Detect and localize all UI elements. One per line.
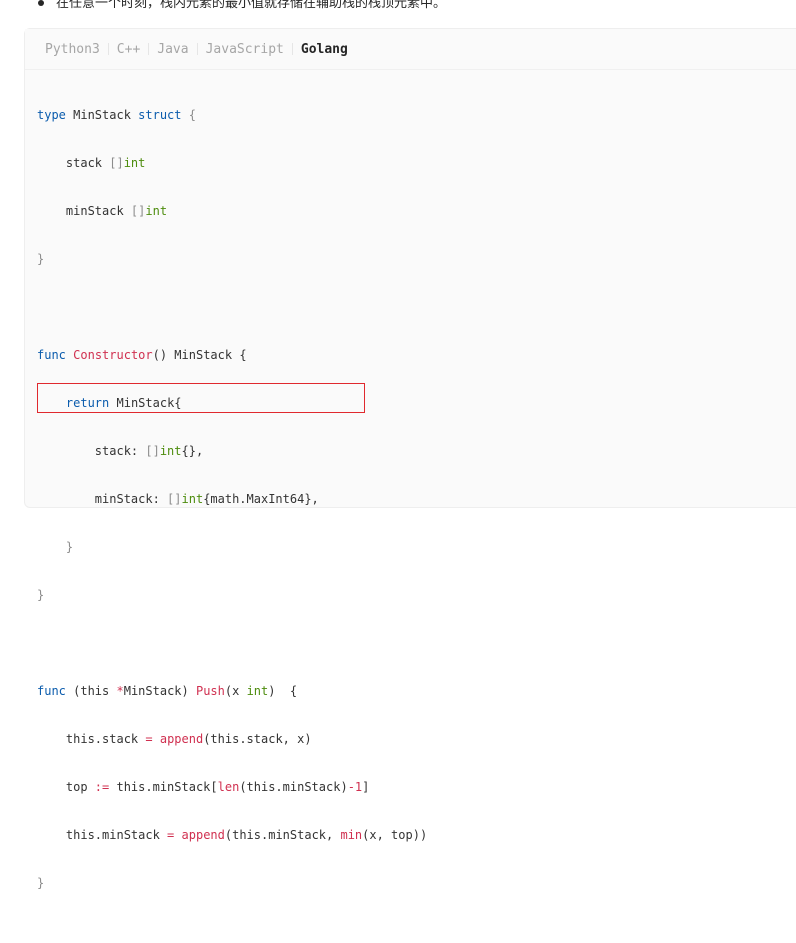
code-line: minStack []int [37,204,168,218]
bullet-icon [38,0,44,6]
code-block: Python3 C++ Java JavaScript Golang type … [24,28,796,890]
code-line: type MinStack struct { [37,108,196,122]
code-line: this.minStack = append(this.minStack, mi… [37,828,428,842]
annotation-highlight-box [37,383,365,413]
code-line: } [37,540,74,554]
code-line: } [37,876,45,890]
code-line: stack: []int{}, [37,444,204,458]
code-line: minStack: []int{math.MaxInt64}, [37,492,319,506]
tab-cpp[interactable]: C++ [109,42,148,57]
code-line: func Constructor() MinStack { [37,348,247,362]
code-line: } [37,252,45,266]
code-content: type MinStack struct { stack []int minSt… [25,70,796,943]
tab-python3[interactable]: Python3 [37,42,108,57]
description-label: 在任意一个时刻，栈内元素的最小值就存储在辅助栈的栈顶元素中。 [56,0,447,11]
tab-java[interactable]: Java [149,42,196,57]
tab-javascript[interactable]: JavaScript [198,42,292,57]
code-line: stack []int [37,156,146,170]
code-line: top := this.minStack[len(this.minStack)-… [37,780,370,794]
code-line-highlighted: this.stack = append(this.stack, x) [37,732,312,746]
description-text: 在任意一个时刻，栈内元素的最小值就存储在辅助栈的栈顶元素中。 [0,0,796,12]
code-line: func (this *MinStack) Push(x int) { [37,684,298,698]
language-tabs: Python3 C++ Java JavaScript Golang [25,29,796,70]
tab-golang[interactable]: Golang [293,42,356,57]
code-line: } [37,588,45,602]
